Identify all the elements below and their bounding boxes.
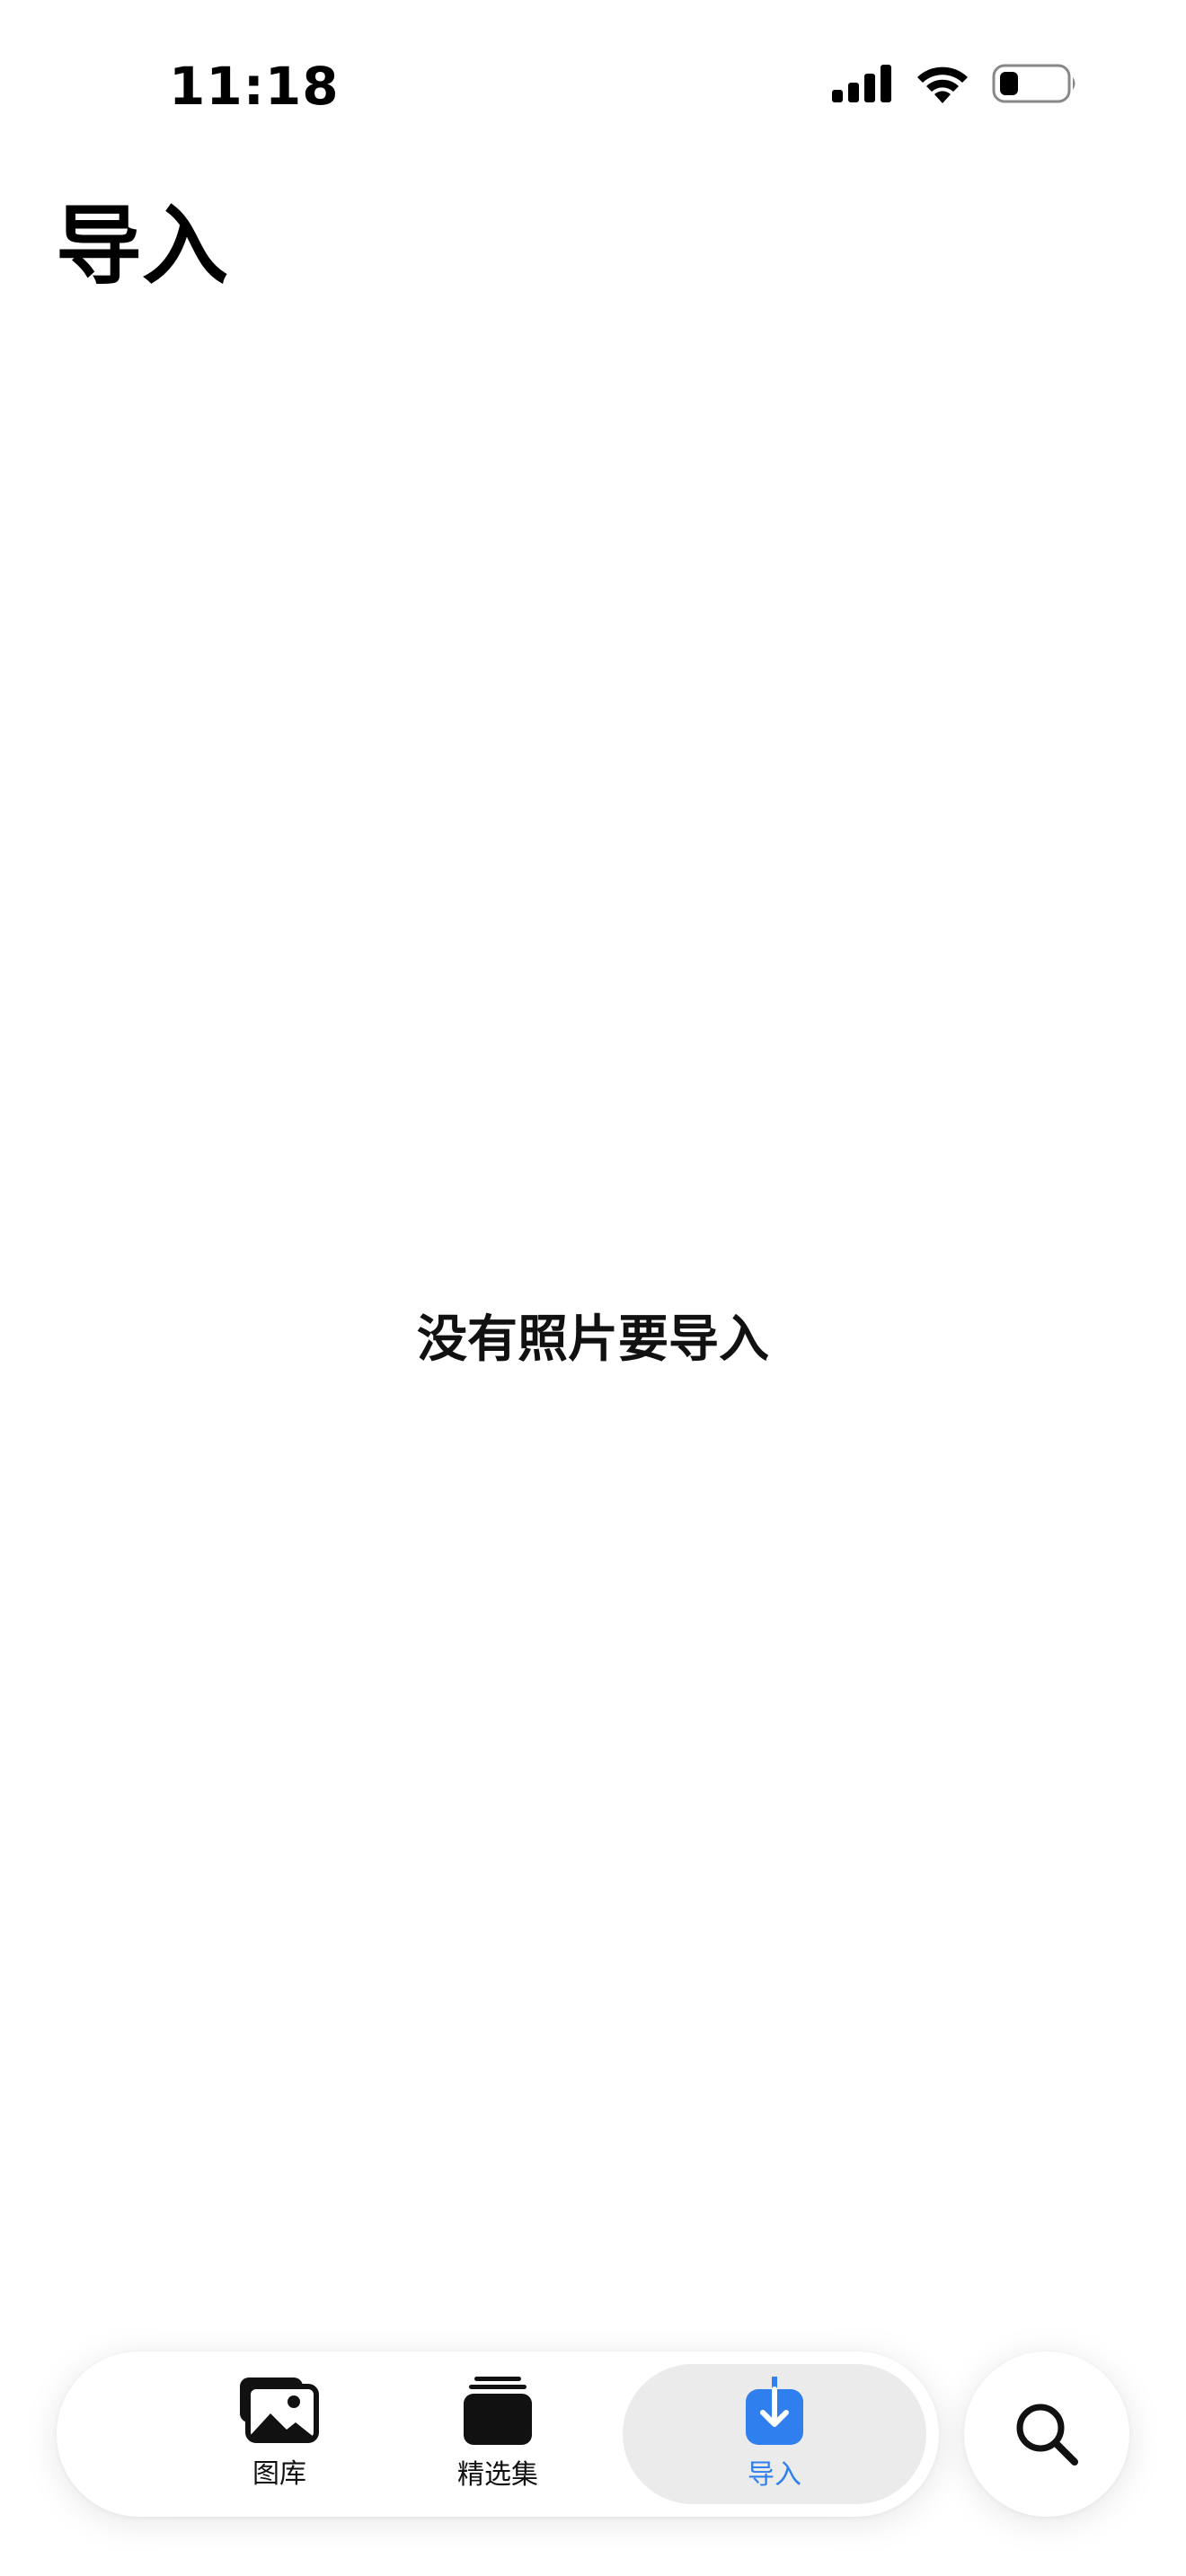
wifi-icon [917,66,968,103]
search-button[interactable] [964,2351,1129,2517]
page-title: 导入 [56,196,228,296]
cellular-signal-icon [832,65,891,102]
tab-collections[interactable]: 精选集 [358,2364,637,2504]
tab-import[interactable]: 导入 [623,2364,926,2504]
import-download-icon [746,2377,803,2445]
tab-import-label: 导入 [748,2459,801,2491]
status-time: 11:18 [169,56,340,117]
collections-stack-icon [464,2377,532,2445]
photo-library-icon [240,2378,319,2443]
tab-library-label: 图库 [252,2458,306,2490]
empty-state-message: 没有照片要导入 [417,1310,769,1369]
tab-bar: 图库 精选集 导入 [57,2351,939,2517]
import-screen: 11:18 导入 没有照片要导入 图库 精选集 导入 [0,0,1186,2576]
status-icons [832,63,1078,104]
battery-icon [992,64,1075,103]
tab-collections-label: 精选集 [457,2459,538,2491]
search-icon [1016,2404,1078,2466]
